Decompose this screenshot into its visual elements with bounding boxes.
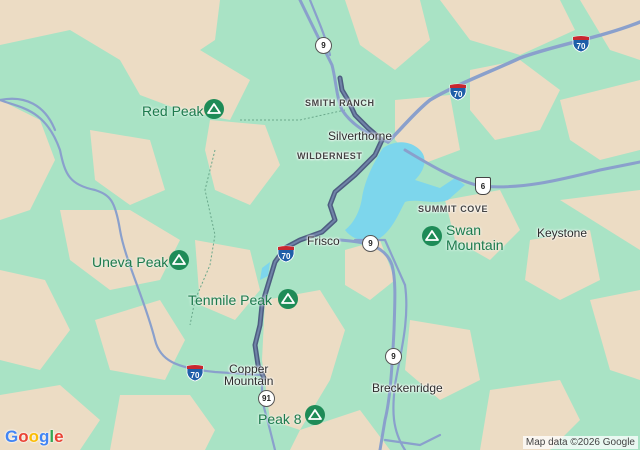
logo-letter: e	[54, 427, 64, 446]
peak-marker-uneva-peak[interactable]	[169, 250, 189, 270]
peak-label-uneva-peak[interactable]: Uneva Peak	[92, 254, 168, 270]
state-route-circle-icon: 91	[258, 390, 275, 407]
peak-label-red-peak[interactable]: Red Peak	[142, 103, 203, 119]
peak-label-peak-8[interactable]: Peak 8	[258, 411, 302, 427]
shield-label-i70-copper: 70	[190, 371, 200, 380]
peak-marker-tenmile-peak[interactable]	[278, 289, 298, 309]
shield-label-i70-ne: 70	[576, 42, 586, 51]
shield-label-i70-frisco: 70	[281, 252, 291, 261]
place-label-breckenridge[interactable]: Breckenridge	[372, 381, 443, 395]
logo-letter: G	[5, 427, 19, 446]
mountain-triangle-icon	[425, 230, 439, 241]
mountain-triangle-icon	[281, 293, 295, 304]
peak-marker-red-peak[interactable]	[204, 99, 224, 119]
map-canvas[interactable]: SMITH RANCH Silverthorne WILDERNEST SUMM…	[0, 0, 640, 450]
place-label-summit-cove: SUMMIT COVE	[418, 204, 489, 214]
peak-marker-swan-mountain[interactable]	[422, 226, 442, 246]
state-route-circle-icon: 9	[385, 348, 402, 365]
logo-letter: g	[39, 427, 50, 446]
interstate-shield-icon: 70	[186, 364, 204, 382]
logo-letter: o	[18, 427, 29, 446]
shield-label-sh9-south: 9	[391, 352, 396, 361]
terrain-areas	[0, 0, 640, 450]
place-label-keystone[interactable]: Keystone	[537, 226, 587, 240]
shield-label-us6: 6	[480, 181, 486, 191]
mountain-triangle-icon	[207, 103, 221, 114]
peak-label-swan-mountain[interactable]: Swan Mountain	[446, 223, 504, 253]
shield-label-sh9-frisco: 9	[368, 239, 373, 248]
state-route-circle-icon: 9	[362, 235, 379, 252]
place-label-silverthorne[interactable]: Silverthorne	[328, 129, 392, 143]
shield-label-sh9-north: 9	[321, 41, 326, 50]
logo-letter: o	[28, 427, 40, 446]
interstate-shield-icon: 70	[449, 83, 467, 101]
place-label-smith-ranch: SMITH RANCH	[305, 98, 375, 108]
peak-label-tenmile-peak[interactable]: Tenmile Peak	[188, 292, 272, 308]
us-route-shield-icon: 6	[475, 177, 491, 195]
shield-label-sh91: 91	[262, 394, 271, 403]
place-label-wildernest: WILDERNEST	[297, 151, 363, 161]
place-label-frisco[interactable]: Frisco	[307, 234, 340, 248]
mountain-triangle-icon	[172, 254, 186, 265]
google-logo[interactable]: Google	[5, 427, 64, 447]
state-route-circle-icon: 9	[315, 37, 332, 54]
interstate-shield-icon: 70	[277, 245, 295, 263]
shield-label-i70-silverthorne: 70	[453, 90, 463, 99]
map-attribution[interactable]: Map data ©2026 Google	[522, 436, 638, 449]
place-label-copper-mountain[interactable]: Copper Mountain	[224, 363, 273, 387]
interstate-shield-icon: 70	[572, 35, 590, 53]
map-base	[0, 0, 640, 450]
peak-marker-peak-8[interactable]	[305, 405, 325, 425]
mountain-triangle-icon	[308, 409, 322, 420]
